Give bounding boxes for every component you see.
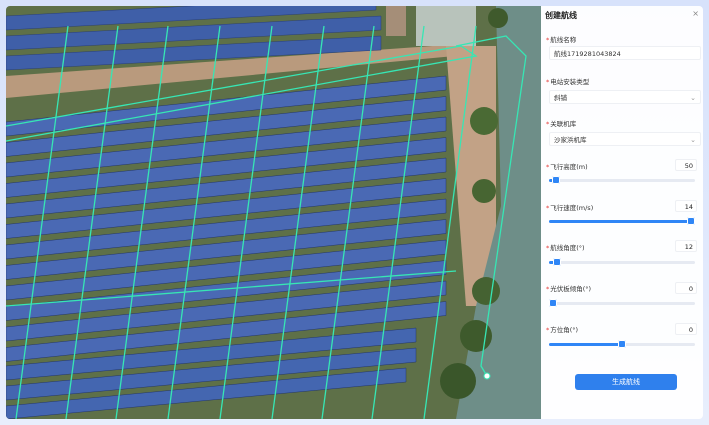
app-frame: 创建航线 × *航线名称 航线1719281043824 *电站安装类型 斜铺 ⌄… bbox=[0, 0, 709, 425]
hangar-label: *关联机库 bbox=[546, 120, 577, 128]
speed-slider[interactable] bbox=[549, 217, 695, 225]
route-angle-slider[interactable] bbox=[549, 258, 695, 266]
altitude-input[interactable]: 50 bbox=[675, 159, 697, 171]
altitude-label-text: 飞行高度(m) bbox=[550, 163, 588, 171]
satellite-map[interactable] bbox=[6, 6, 541, 419]
azimuth-input[interactable]: 0 bbox=[675, 323, 697, 335]
hangar-value: 沙家浜机库 bbox=[554, 136, 587, 144]
chevron-down-icon: ⌄ bbox=[690, 136, 696, 144]
azimuth-label-text: 方位角(°) bbox=[550, 326, 579, 334]
route-name-label: *航线名称 bbox=[546, 36, 577, 44]
generate-route-button[interactable]: 生成航线 bbox=[575, 374, 677, 390]
azimuth-slider[interactable] bbox=[549, 340, 695, 348]
altitude-slider-thumb[interactable] bbox=[552, 176, 560, 184]
panel-tilt-slider[interactable] bbox=[549, 299, 695, 307]
azimuth-label: *方位角(°) bbox=[546, 326, 579, 334]
route-name-label-text: 航线名称 bbox=[550, 36, 577, 44]
install-type-label-text: 电站安装类型 bbox=[550, 78, 590, 86]
speed-input[interactable]: 14 bbox=[675, 200, 697, 212]
azimuth-slider-thumb[interactable] bbox=[618, 340, 626, 348]
install-type-value: 斜铺 bbox=[554, 94, 567, 102]
route-angle-label: *航线角度(°) bbox=[546, 244, 585, 252]
speed-label: *飞行速度(m/s) bbox=[546, 204, 594, 212]
close-icon[interactable]: × bbox=[692, 9, 699, 18]
altitude-label: *飞行高度(m) bbox=[546, 163, 588, 171]
route-name-input[interactable]: 航线1719281043824 bbox=[549, 46, 701, 60]
chevron-down-icon: ⌄ bbox=[690, 94, 696, 102]
altitude-slider[interactable] bbox=[549, 176, 695, 184]
panel-tilt-label: *光伏板倾角(°) bbox=[546, 285, 592, 293]
hangar-label-text: 关联机库 bbox=[550, 120, 577, 128]
route-angle-input[interactable]: 12 bbox=[675, 240, 697, 252]
hangar-select[interactable]: 沙家浜机库 ⌄ bbox=[549, 132, 701, 146]
azimuth-slider-fill bbox=[549, 343, 622, 346]
route-angle-slider-thumb[interactable] bbox=[553, 258, 561, 266]
panel-tilt-input[interactable]: 0 bbox=[675, 282, 697, 294]
speed-slider-fill bbox=[549, 220, 691, 223]
speed-slider-thumb[interactable] bbox=[687, 217, 695, 225]
map-view[interactable] bbox=[6, 6, 541, 419]
install-type-select[interactable]: 斜铺 ⌄ bbox=[549, 90, 701, 104]
speed-label-text: 飞行速度(m/s) bbox=[550, 204, 594, 212]
route-name-value: 航线1719281043824 bbox=[554, 50, 621, 58]
install-type-label: *电站安装类型 bbox=[546, 78, 590, 86]
panel-tilt-slider-thumb[interactable] bbox=[549, 299, 557, 307]
panel-tilt-label-text: 光伏板倾角(°) bbox=[550, 285, 592, 293]
route-angle-label-text: 航线角度(°) bbox=[550, 244, 585, 252]
panel-title: 创建航线 bbox=[545, 11, 577, 20]
create-route-panel: 创建航线 × *航线名称 航线1719281043824 *电站安装类型 斜铺 ⌄… bbox=[541, 6, 703, 419]
